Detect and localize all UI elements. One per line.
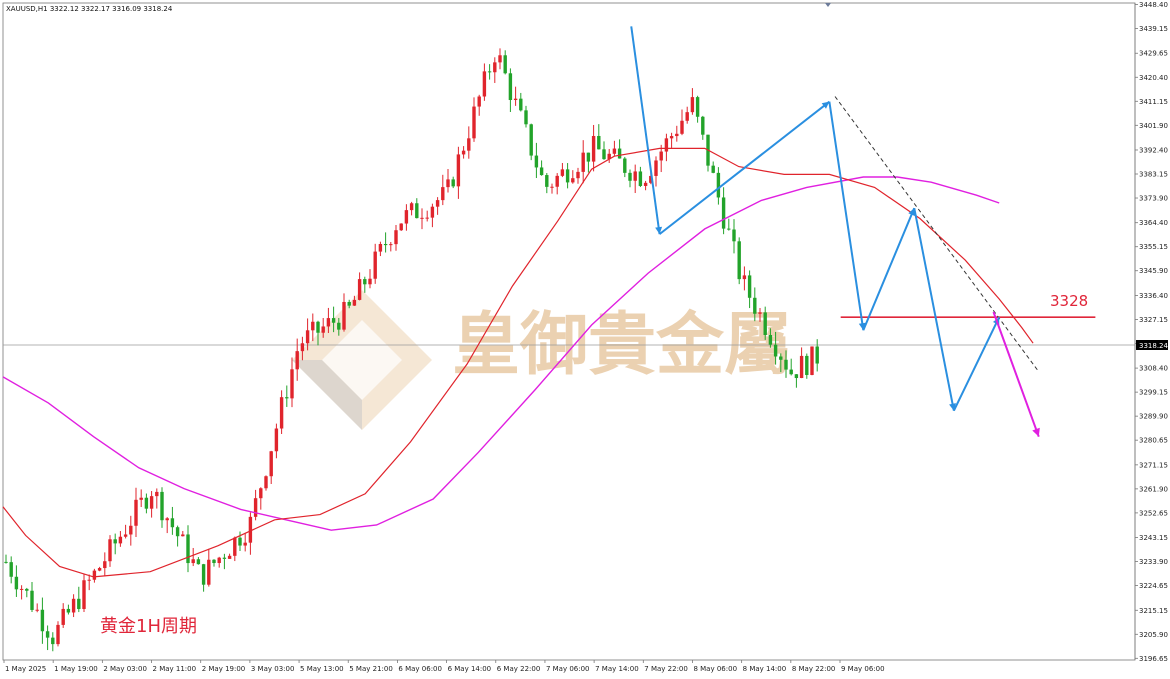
- price-chart[interactable]: 皇御貴金屬 3448.40 3439.15 3429.65 3420.40 3411.1…: [0, 0, 1170, 679]
- price-tick-label: 3336.40: [1139, 292, 1168, 300]
- price-tick-label: 3420.40: [1139, 74, 1168, 82]
- candle: [56, 621, 60, 647]
- time-tick-label: 2 May 11:00: [153, 665, 197, 673]
- time-tick-label: 8 May 14:00: [743, 665, 787, 673]
- price-tick-label: 3448.40: [1139, 1, 1168, 9]
- price-tick-label: 3383.15: [1139, 171, 1168, 179]
- price-tick-label: 3224.65: [1139, 582, 1168, 590]
- time-tick-label: 6 May 22:00: [497, 665, 541, 673]
- price-tick-label: 3429.65: [1139, 50, 1168, 58]
- watermark-text: 皇御貴金屬: [452, 306, 792, 385]
- time-tick-label: 1 May 19:00: [54, 665, 98, 673]
- time-tick-label: 6 May 14:00: [448, 665, 492, 673]
- period-label: 黄金1H周期: [100, 616, 197, 637]
- time-tick-label: 1 May 2025: [5, 665, 46, 673]
- time-tick-label: 5 May 13:00: [300, 665, 344, 673]
- price-tick-label: 3271.15: [1139, 461, 1168, 469]
- price-tick-label: 3233.90: [1139, 558, 1168, 566]
- time-tick-label: 7 May 06:00: [546, 665, 590, 673]
- level-label: 3328: [1050, 292, 1088, 310]
- price-tick-label: 3373.90: [1139, 195, 1168, 203]
- time-tick-label: 7 May 22:00: [644, 665, 688, 673]
- symbol-info: XAUUSD,H1 3322.12 3322.17 3316.09 3318.2…: [6, 5, 173, 13]
- time-tick-label: 9 May 06:00: [841, 665, 885, 673]
- time-tick-label: 2 May 19:00: [202, 665, 246, 673]
- price-tick-label: 3401.90: [1139, 122, 1168, 130]
- price-tick-label: 3289.90: [1139, 413, 1168, 421]
- candle: [810, 346, 814, 376]
- time-tick-label: 2 May 03:00: [103, 665, 147, 673]
- price-tick-label: 3355.15: [1139, 243, 1168, 251]
- price-tick-label: 3439.15: [1139, 25, 1168, 33]
- time-tick-label: 8 May 22:00: [792, 665, 836, 673]
- price-tick-label: 3280.65: [1139, 437, 1168, 445]
- price-tick-label: 3215.15: [1139, 607, 1168, 615]
- price-tick-label: 3261.90: [1139, 485, 1168, 493]
- price-tick-label: 3308.40: [1139, 365, 1168, 373]
- candle: [737, 237, 741, 285]
- price-tick-label: 3364.40: [1139, 219, 1168, 227]
- price-tick-label: 3243.15: [1139, 534, 1168, 542]
- candle: [529, 123, 533, 161]
- candle: [399, 223, 403, 232]
- price-tick-label: 3196.65: [1139, 655, 1168, 663]
- time-tick-label: 7 May 14:00: [595, 665, 639, 673]
- current-price-tag: 3318.24: [1136, 340, 1168, 350]
- price-tick-label: 3392.40: [1139, 146, 1168, 154]
- time-tick-label: 5 May 21:00: [349, 665, 393, 673]
- price-tick-label: 3252.65: [1139, 509, 1168, 517]
- price-tick-label: 3205.90: [1139, 631, 1168, 639]
- current-price-label: 3318.24: [1139, 342, 1168, 350]
- price-tick-label: 3299.15: [1139, 389, 1168, 397]
- time-tick-label: 3 May 03:00: [251, 665, 295, 673]
- time-tick-label: 8 May 06:00: [693, 665, 737, 673]
- price-tick-label: 3411.15: [1139, 98, 1168, 106]
- time-tick-label: 6 May 06:00: [398, 665, 442, 673]
- price-tick-label: 3345.90: [1139, 267, 1168, 275]
- price-tick-label: 3327.15: [1139, 316, 1168, 324]
